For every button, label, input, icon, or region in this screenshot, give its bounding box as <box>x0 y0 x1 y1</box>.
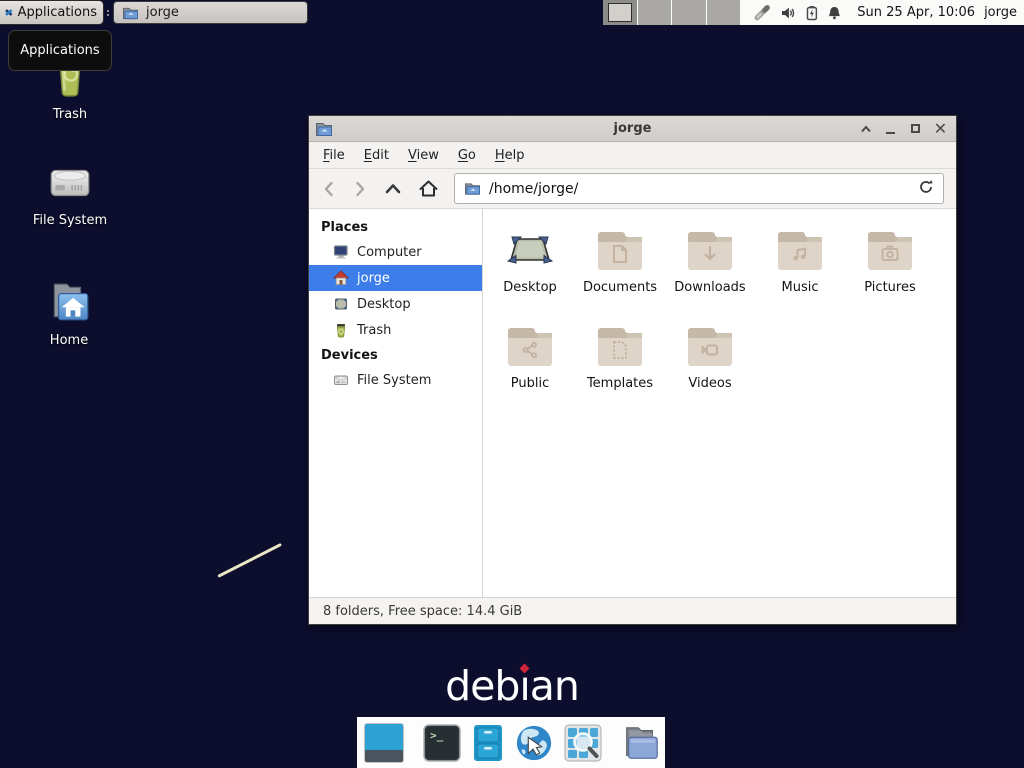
desktop-place-icon <box>333 296 349 312</box>
desktop-special-icon <box>506 227 554 275</box>
shade-button[interactable] <box>856 119 875 139</box>
trash-small-icon <box>333 322 349 338</box>
app-finder-launcher[interactable] <box>563 723 603 763</box>
desktop-icon-label: Home <box>50 333 88 348</box>
dock-folder-icon <box>621 723 661 763</box>
workspace-2[interactable] <box>637 0 672 25</box>
folder-item-videos[interactable]: Videos <box>665 323 755 415</box>
folder-window-icon <box>122 5 139 20</box>
documents-folder-icon <box>596 227 644 275</box>
music-folder-icon <box>776 227 824 275</box>
location-bar[interactable]: /home/jorge/ <box>454 173 944 204</box>
folder-item-documents[interactable]: Documents <box>575 227 665 319</box>
panel-user-menu[interactable]: jorge <box>984 5 1017 20</box>
folder-item-music[interactable]: Music <box>755 227 845 319</box>
workspace-4[interactable] <box>706 0 741 25</box>
tray-tool-icon[interactable] <box>754 4 771 21</box>
svg-text:>_: >_ <box>430 729 444 742</box>
applications-menu-label: Applications <box>18 5 97 20</box>
videos-folder-icon <box>686 323 734 371</box>
desktop-stroke-artifact <box>217 543 282 578</box>
folder-item-pictures[interactable]: Pictures <box>845 227 935 319</box>
menu-file[interactable]: File <box>323 148 345 163</box>
file-cabinet-icon <box>471 723 505 763</box>
panel-clock[interactable]: Sun 25 Apr, 10:06 <box>857 5 975 20</box>
notifications-bell-icon[interactable] <box>827 5 842 21</box>
system-tray: Sun 25 Apr, 10:06 jorge <box>740 0 1024 25</box>
terminal-launcher[interactable]: >_ <box>422 723 462 763</box>
file-manager-window: jorge ✕ File Edit View Go Help <box>308 115 957 625</box>
globe-browser-icon <box>514 722 554 764</box>
panel-handle[interactable] <box>105 4 111 21</box>
desktop-icon-label: File System <box>33 213 107 228</box>
menu-edit[interactable]: Edit <box>364 148 389 163</box>
pictures-folder-icon <box>866 227 914 275</box>
sidebar-item-trash[interactable]: Trash <box>309 317 482 343</box>
dock: >_ <box>357 717 665 768</box>
applications-menu-button[interactable]: Applications <box>0 0 104 25</box>
statusbar: 8 folders, Free space: 14.4 GiB <box>309 597 956 624</box>
titlebar[interactable]: jorge ✕ <box>309 116 956 142</box>
folder-launcher[interactable] <box>621 723 661 763</box>
menu-help[interactable]: Help <box>495 148 525 163</box>
public-folder-icon <box>506 323 554 371</box>
toolbar: /home/jorge/ <box>309 169 956 208</box>
sidebar-item-filesystem[interactable]: File System <box>309 367 482 393</box>
sidebar-header-devices: Devices <box>309 343 482 367</box>
sidebar-item-jorge[interactable]: jorge <box>309 265 482 291</box>
workspace-switcher <box>603 0 740 25</box>
desktop-icon-label: Trash <box>53 107 87 122</box>
file-cabinet-launcher[interactable] <box>471 723 505 763</box>
sidebar-header-places: Places <box>309 215 482 239</box>
up-button[interactable] <box>383 181 403 197</box>
sidebar: Places Computer jorge <box>309 209 483 597</box>
path-folder-icon <box>464 181 481 196</box>
terminal-icon: >_ <box>422 723 462 763</box>
applications-tooltip: Applications <box>8 30 112 71</box>
taskbar-window-label: jorge <box>146 5 179 20</box>
battery-icon[interactable] <box>805 5 819 21</box>
close-button[interactable]: ✕ <box>931 119 950 139</box>
app-finder-icon <box>563 723 603 763</box>
forward-button[interactable] <box>352 180 368 198</box>
menu-view[interactable]: View <box>408 148 439 163</box>
menu-go[interactable]: Go <box>458 148 476 163</box>
minimize-button[interactable] <box>881 119 900 139</box>
status-text: 8 folders, Free space: 14.4 GiB <box>323 604 522 619</box>
xfce-applications-icon <box>5 5 13 20</box>
hard-drive-icon <box>45 158 95 206</box>
debian-wallpaper-logo: debıan <box>0 662 1024 710</box>
menubar: File Edit View Go Help <box>309 142 956 169</box>
maximize-button[interactable] <box>906 119 925 139</box>
folder-view[interactable]: Desktop Documents <box>483 209 956 597</box>
desktop: Applications jorge <box>0 0 1024 768</box>
window-folder-icon <box>315 121 333 137</box>
back-button[interactable] <box>321 180 337 198</box>
sidebar-item-desktop[interactable]: Desktop <box>309 291 482 317</box>
folder-item-public[interactable]: Public <box>485 323 575 415</box>
desktop-icon-home[interactable]: Home <box>17 278 121 348</box>
sidebar-item-computer[interactable]: Computer <box>309 239 482 265</box>
volume-icon[interactable] <box>780 5 796 21</box>
home-button[interactable] <box>418 179 439 198</box>
web-browser-launcher[interactable] <box>514 723 554 763</box>
path-text[interactable]: /home/jorge/ <box>489 181 578 197</box>
folder-item-downloads[interactable]: Downloads <box>665 227 755 319</box>
show-desktop-button[interactable] <box>364 723 404 763</box>
drive-icon <box>333 372 349 388</box>
folder-item-templates[interactable]: Templates <box>575 323 665 415</box>
reload-button[interactable] <box>918 179 934 199</box>
desktop-icon-filesystem[interactable]: File System <box>18 158 122 228</box>
top-panel: Applications jorge <box>0 0 1024 25</box>
home-folder-icon <box>44 278 94 326</box>
folder-item-desktop[interactable]: Desktop <box>485 227 575 319</box>
templates-folder-icon <box>596 323 644 371</box>
downloads-folder-icon <box>686 227 734 275</box>
home-icon <box>333 270 349 286</box>
workspace-1[interactable] <box>603 0 637 25</box>
computer-icon <box>333 244 349 260</box>
taskbar-window-button[interactable]: jorge <box>113 1 308 24</box>
workspace-3[interactable] <box>671 0 706 25</box>
